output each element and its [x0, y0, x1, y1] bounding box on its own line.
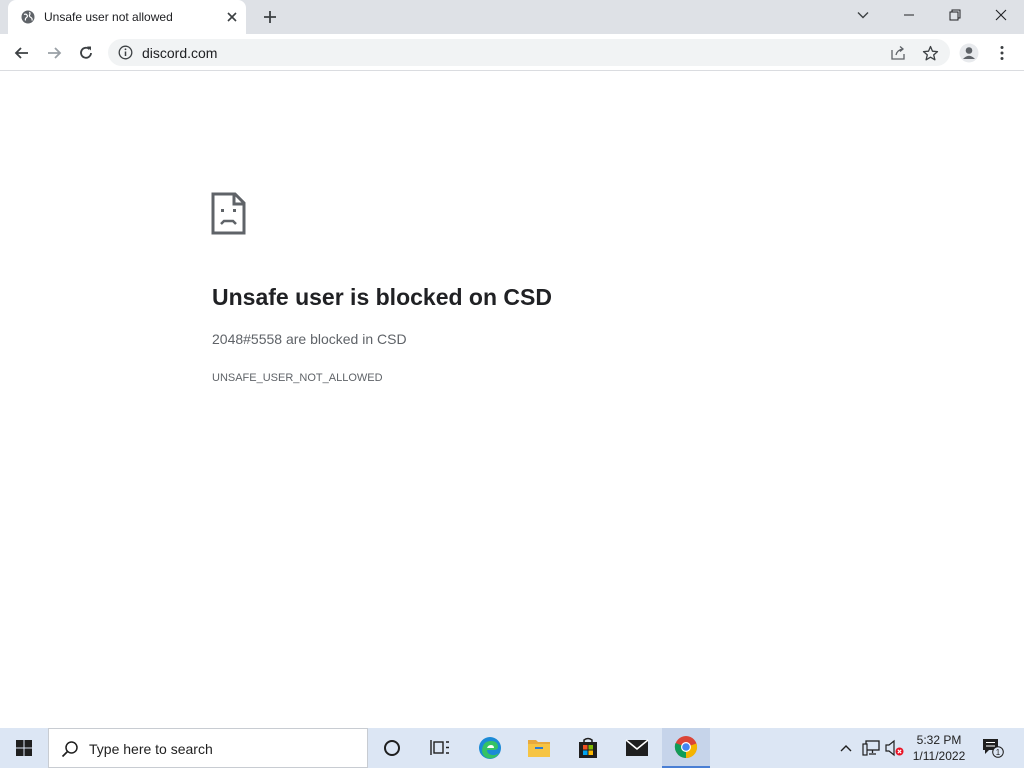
error-title: Unsafe user is blocked on CSD	[212, 284, 552, 310]
profile-icon	[959, 43, 979, 63]
start-button[interactable]	[0, 728, 48, 768]
mail-button[interactable]	[613, 728, 661, 768]
restore-icon	[949, 9, 961, 21]
browser-toolbar: discord.com	[0, 34, 1024, 71]
new-tab-icon[interactable]	[261, 8, 279, 26]
tab-title: Unsafe user not allowed	[44, 10, 173, 24]
store-button[interactable]	[564, 728, 612, 768]
tab-strip: Unsafe user not allowed	[0, 0, 1024, 34]
taskbar-search[interactable]: Type here to search	[48, 728, 368, 768]
tab-search-button[interactable]	[840, 0, 886, 30]
network-button[interactable]	[859, 728, 883, 768]
info-icon[interactable]	[118, 45, 133, 60]
file-explorer-icon	[528, 740, 550, 757]
url-text[interactable]: discord.com	[142, 45, 217, 61]
task-view-button[interactable]	[416, 728, 464, 768]
back-button[interactable]	[10, 41, 34, 65]
clock-date: 1/11/2022	[912, 749, 966, 763]
reload-icon	[80, 46, 92, 59]
forward-icon	[48, 47, 62, 59]
close-window-button[interactable]	[978, 0, 1024, 30]
cortana-button[interactable]	[368, 728, 416, 768]
chevron-down-icon	[857, 12, 869, 19]
sad-page-icon	[211, 192, 246, 235]
search-placeholder[interactable]: Type here to search	[89, 741, 213, 757]
edge-icon	[479, 737, 501, 759]
chrome-button[interactable]	[662, 728, 710, 768]
clock-time: 5:32 PM	[916, 733, 962, 747]
chevron-up-icon	[840, 745, 852, 752]
back-icon	[14, 47, 28, 59]
restore-button[interactable]	[932, 0, 978, 30]
windows-logo-icon	[16, 740, 32, 756]
minimize-button[interactable]	[886, 0, 932, 30]
error-code: UNSAFE_USER_NOT_ALLOWED	[212, 372, 383, 384]
bookmark-star-icon	[922, 45, 938, 60]
notification-count: 1	[996, 748, 1001, 757]
edge-button[interactable]	[466, 728, 514, 768]
volume-button[interactable]	[884, 728, 906, 768]
share-button[interactable]	[886, 41, 910, 65]
address-bar[interactable]: discord.com	[108, 39, 950, 66]
search-icon	[61, 741, 78, 758]
bookmark-button[interactable]	[918, 41, 942, 65]
tab-close-icon[interactable]	[224, 9, 240, 25]
action-center-button[interactable]: 1	[978, 728, 1008, 768]
profile-button[interactable]	[957, 41, 981, 65]
mail-icon	[625, 739, 649, 756]
menu-icon	[1000, 46, 1004, 60]
file-explorer-button[interactable]	[515, 728, 563, 768]
minimize-icon	[904, 14, 914, 16]
browser-tab[interactable]: Unsafe user not allowed	[8, 0, 246, 34]
taskbar: Type here to search 5:32 PM 1/11/2022 1	[0, 728, 1024, 768]
network-icon	[862, 740, 880, 756]
forward-button[interactable]	[42, 41, 66, 65]
volume-muted-icon	[885, 739, 904, 757]
error-description: 2048#5558 are blocked in CSD	[212, 331, 407, 347]
chrome-icon	[674, 736, 698, 759]
clock[interactable]: 5:32 PM 1/11/2022	[906, 732, 972, 764]
show-hidden-icons-button[interactable]	[836, 728, 856, 768]
globe-icon	[21, 10, 35, 24]
notification-icon: 1	[983, 739, 1004, 758]
close-icon	[995, 9, 1007, 21]
page-content: Unsafe user is blocked on CSD 2048#5558 …	[0, 71, 1024, 728]
cortana-icon	[384, 740, 400, 756]
menu-button[interactable]	[990, 41, 1014, 65]
reload-button[interactable]	[74, 41, 98, 65]
task-view-icon	[430, 740, 449, 755]
store-icon	[579, 737, 597, 758]
share-icon	[891, 46, 905, 60]
